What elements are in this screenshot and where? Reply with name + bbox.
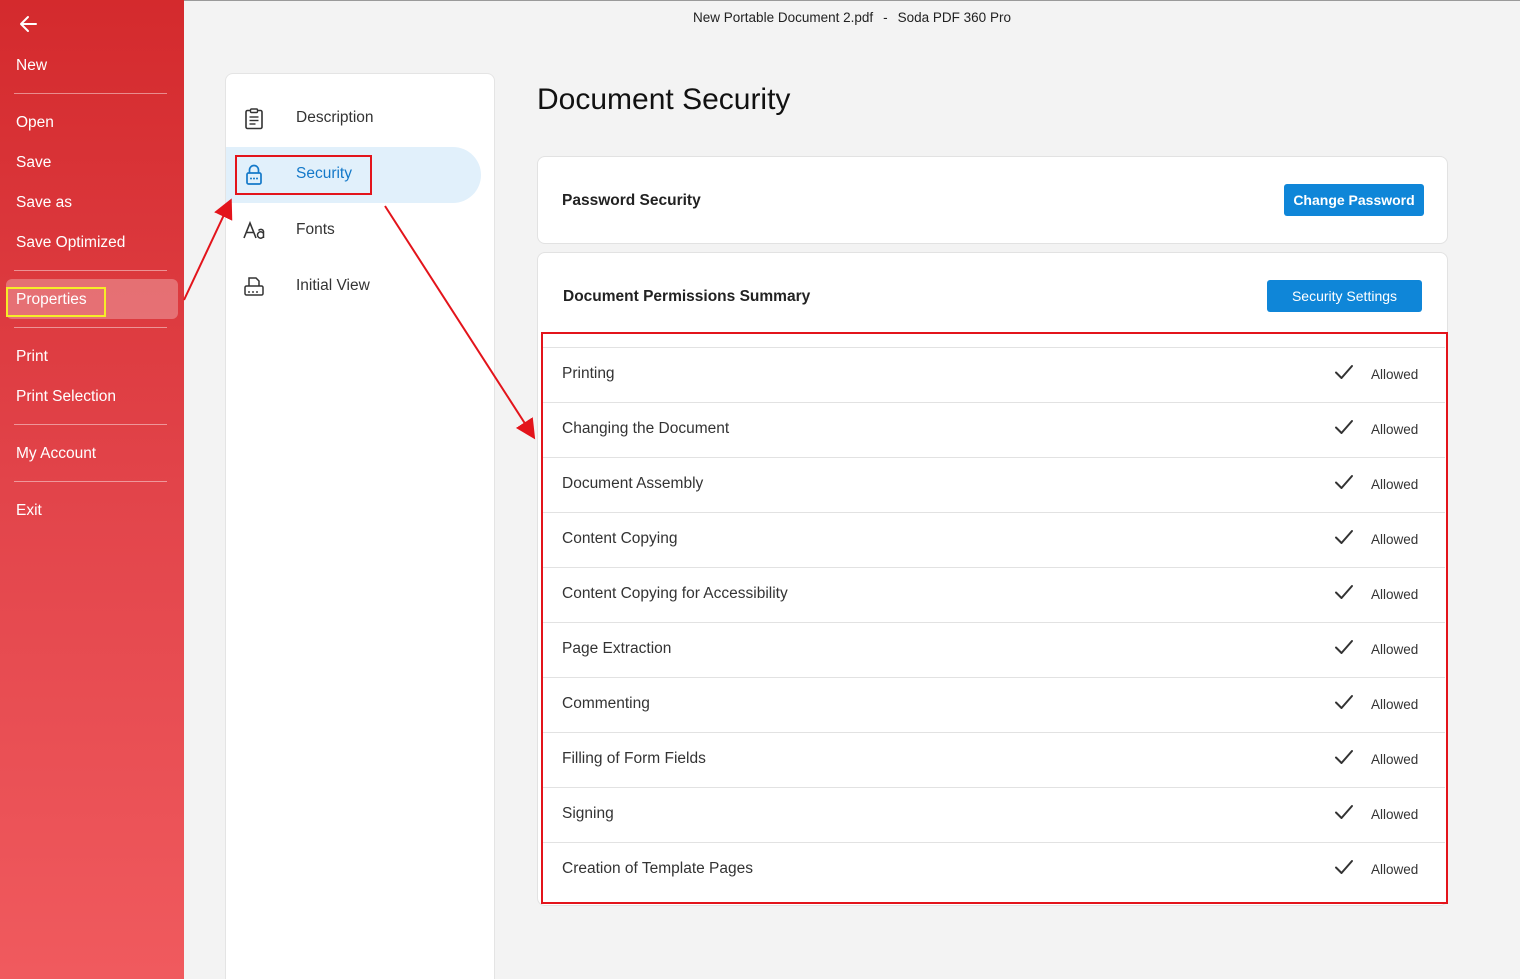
title-separator: - [883,10,888,25]
back-arrow-icon[interactable] [14,10,44,38]
app-name: Soda PDF 360 Pro [897,10,1011,25]
permissions-summary-title: Document Permissions Summary [563,288,811,305]
properties-nav-label: Description [296,109,374,126]
security-settings-button[interactable]: Security Settings [1267,280,1422,312]
printer-view-icon [242,275,266,299]
annotation-highlight-box [6,287,106,317]
menu-divider [14,327,167,328]
menu-item-print[interactable]: Print [16,348,48,366]
menu-item-my-account[interactable]: My Account [16,445,96,463]
password-security-card: Password Security Change Password [537,156,1448,244]
menu-item-save-as[interactable]: Save as [16,194,72,212]
change-password-button[interactable]: Change Password [1284,184,1424,216]
password-security-title: Password Security [562,192,701,209]
menu-divider [14,270,167,271]
menu-divider [14,93,167,94]
properties-nav-initial-view[interactable]: Initial View [226,259,481,315]
properties-nav-label: Fonts [296,221,335,238]
menu-item-new[interactable]: New [16,57,47,75]
properties-nav-description[interactable]: Description [226,91,481,147]
window-title-bar: New Portable Document 2.pdf - Soda PDF 360… [184,0,1520,36]
menu-item-save[interactable]: Save [16,154,51,172]
menu-item-print-selection[interactable]: Print Selection [16,388,116,406]
file-menu-sidebar: New Open Save Save as Save Optimized Pro… [0,0,184,979]
menu-divider [14,481,167,482]
font-icon [242,219,266,243]
menu-item-open[interactable]: Open [16,114,54,132]
menu-divider [14,424,167,425]
annotation-red-box-security [235,155,372,195]
page-title: Document Security [537,83,791,116]
menu-item-save-optimized[interactable]: Save Optimized [16,234,125,252]
annotation-arrow-to-security [183,198,233,301]
document-name: New Portable Document 2.pdf [693,10,874,25]
annotation-red-box-permissions [541,332,1448,904]
menu-item-exit[interactable]: Exit [16,502,42,520]
properties-nav-fonts[interactable]: Fonts [226,203,481,259]
properties-nav-label: Initial View [296,277,370,294]
clipboard-icon [242,107,266,131]
